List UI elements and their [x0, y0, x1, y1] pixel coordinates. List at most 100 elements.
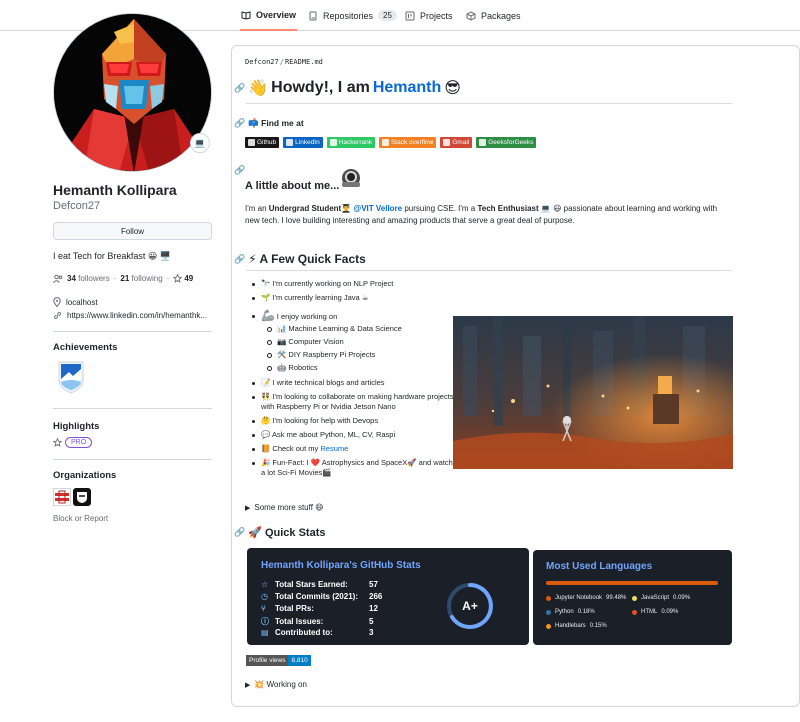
language-name: Jupyter Notebook — [555, 595, 603, 601]
following-count: 21 — [120, 274, 130, 283]
stats-label: Total Stars Earned: — [275, 580, 348, 589]
resume-prefix: 📙 Check out my — [261, 444, 321, 453]
more-stuff-details[interactable]: ▶ Some more stuff 😄 — [245, 503, 324, 512]
find-me-text: 📫 Find me at — [248, 118, 304, 128]
tab-overview[interactable]: Overview — [240, 0, 298, 31]
expand-triangle-icon: ▶ — [245, 504, 251, 512]
stats-value: 266 — [369, 592, 383, 601]
profile-login: Defcon27 — [53, 200, 101, 212]
avatar[interactable] — [53, 13, 212, 172]
org-logo-icon — [55, 490, 69, 504]
list-item: 🛠️ DIY Raspberry Pi Projects — [261, 350, 458, 363]
stats-value: 12 — [369, 604, 378, 613]
languages-card: Most Used Languages Jupyter Notebook 99.… — [533, 550, 732, 645]
find-me-heading: 🔗 📫 Find me at — [234, 118, 304, 129]
stats-row: ☆ Total Stars Earned: 57 — [261, 580, 378, 589]
list-item: 🎉 Fun-Fact: I ❤️ Astrophysics and SpaceX… — [248, 458, 458, 478]
following-link[interactable]: 21 following — [120, 274, 162, 283]
stats-label: Total Commits (2021): — [275, 592, 358, 601]
pro-badge: PRO — [65, 437, 93, 448]
stars-link[interactable]: 49 — [173, 274, 193, 283]
list-item: 📝 I write technical blogs and articles — [248, 378, 458, 388]
organization-avatar[interactable] — [53, 488, 71, 506]
working-on-summary: 💥 Working on — [254, 680, 307, 689]
list-item: 🦾 I enjoy working on 📊 Machine Learning … — [248, 311, 458, 376]
list-item: 🌱 I'm currently learning Java ☕ — [248, 293, 458, 303]
quick-stats-heading: 🔗 🚀 Quick Stats — [234, 526, 326, 539]
list-item: 📊 Machine Learning & Data Science — [261, 324, 458, 337]
follow-stats: 34 followers · 21 following · 49 — [53, 274, 193, 283]
anchor-link-icon[interactable]: 🔗 — [234, 83, 245, 94]
resume-link[interactable]: Resume — [320, 444, 348, 453]
tab-repositories[interactable]: Repositories 25 — [308, 0, 397, 31]
location-row: localhost — [53, 297, 98, 307]
badge-label: LinkedIn — [295, 139, 320, 146]
tab-packages[interactable]: Packages — [466, 0, 521, 31]
organization-avatar[interactable] — [73, 488, 91, 506]
language-item: Python 0.18% — [546, 609, 595, 615]
stackoverflow-badge[interactable]: Stack overflow — [378, 137, 437, 148]
language-name: HTML — [641, 609, 658, 615]
stars-count: 49 — [184, 274, 194, 283]
language-dot — [546, 609, 551, 615]
star-icon: ☆ — [261, 580, 269, 589]
hackerrank-badge[interactable]: Hackerrank — [326, 137, 375, 148]
about-bold-student: Undergrad Student — [268, 204, 342, 213]
website-row: https://www.linkedin.com/in/hemanthk... — [53, 311, 207, 320]
heading-rule — [246, 103, 732, 104]
more-stuff-summary: Some more stuff 😄 — [254, 503, 324, 512]
language-bar-segment — [546, 581, 718, 585]
tab-projects[interactable]: Projects — [405, 0, 453, 31]
star-icon — [53, 438, 62, 447]
stats-label: Total Issues: — [275, 617, 324, 626]
repo-icon: ▤ — [261, 628, 269, 637]
list-item: 📷 Computer Vision — [261, 337, 458, 350]
dot-separator: · — [166, 274, 170, 283]
tab-packages-label: Packages — [481, 10, 521, 21]
badge-label: Stack overflow — [390, 139, 434, 146]
issue-icon: ⓘ — [261, 617, 269, 626]
sidebar-divider — [53, 459, 212, 460]
robot-scene-illustration — [453, 316, 733, 469]
language-dot — [546, 623, 551, 629]
achievement-badge[interactable] — [56, 360, 86, 396]
wave-emoji: 👋 — [248, 80, 269, 97]
linkedin-icon — [286, 139, 294, 146]
status-button[interactable]: 💻 — [190, 133, 210, 153]
stats-row: ◷ Total Commits (2021): 266 — [261, 592, 382, 601]
website-link[interactable]: https://www.linkedin.com/in/hemanthk... — [67, 311, 207, 320]
list-item: 👯 I'm looking to collaborate on making h… — [248, 392, 458, 412]
anchor-link-icon[interactable]: 🔗 — [234, 254, 245, 265]
working-on-details[interactable]: ▶ 💥 Working on — [245, 680, 307, 689]
greeting-name: Hemanth — [372, 79, 442, 96]
astronaut-gif-icon — [342, 169, 360, 187]
anchor-link-icon[interactable]: 🔗 — [234, 165, 245, 176]
follow-button[interactable]: Follow — [53, 222, 212, 240]
tab-projects-label: Projects — [420, 10, 453, 21]
language-dot — [632, 609, 637, 615]
greeting-text: Howdy!, I am — [271, 79, 370, 96]
profile-bio: I eat Tech for Breakfast 😀 🖥️ — [53, 251, 171, 261]
github-stats-card: Hemanth Kollipara's GitHub Stats ☆ Total… — [247, 548, 529, 645]
highlights-title: Highlights — [53, 421, 100, 432]
geeksforgeeks-badge[interactable]: GeeksforGeeks — [476, 137, 537, 148]
linkedin-badge[interactable]: LinkedIn — [283, 137, 323, 148]
github-badge[interactable]: Github — [245, 137, 280, 148]
organizations-title: Organizations — [53, 470, 117, 481]
stackoverflow-icon — [381, 139, 389, 146]
gmail-badge[interactable]: Gmail — [440, 137, 473, 148]
crumb-file[interactable]: README.md — [285, 58, 323, 66]
block-report-link[interactable]: Block or Report — [53, 514, 108, 523]
followers-link[interactable]: 34 followers — [67, 274, 110, 283]
heading-rule — [246, 270, 732, 271]
crumb-user[interactable]: Defcon27 — [245, 58, 279, 66]
language-percent: 99.48% — [606, 595, 627, 601]
badge-label: Github — [257, 139, 277, 146]
followers-count: 34 — [67, 274, 76, 283]
tab-overview-label: Overview — [256, 9, 297, 20]
anchor-link-icon[interactable]: 🔗 — [234, 118, 245, 129]
gmail-icon — [443, 139, 451, 146]
vit-link[interactable]: @VIT Vellore — [353, 204, 402, 213]
stats-label: Contributed to: — [275, 628, 333, 637]
anchor-link-icon[interactable]: 🔗 — [234, 527, 245, 538]
